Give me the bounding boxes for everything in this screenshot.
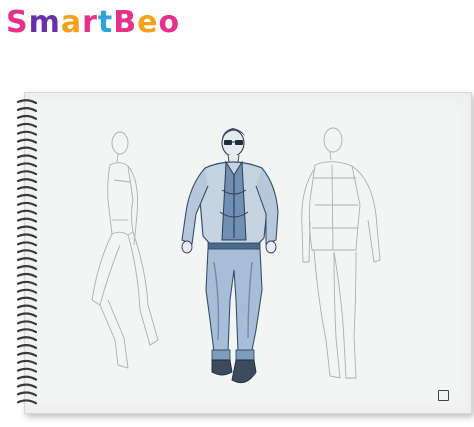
right-croquis-figure [301, 127, 381, 379]
left-croquis-figure [91, 131, 159, 369]
center-model-figure [181, 128, 279, 384]
fashion-sketch-illustration [91, 127, 381, 384]
